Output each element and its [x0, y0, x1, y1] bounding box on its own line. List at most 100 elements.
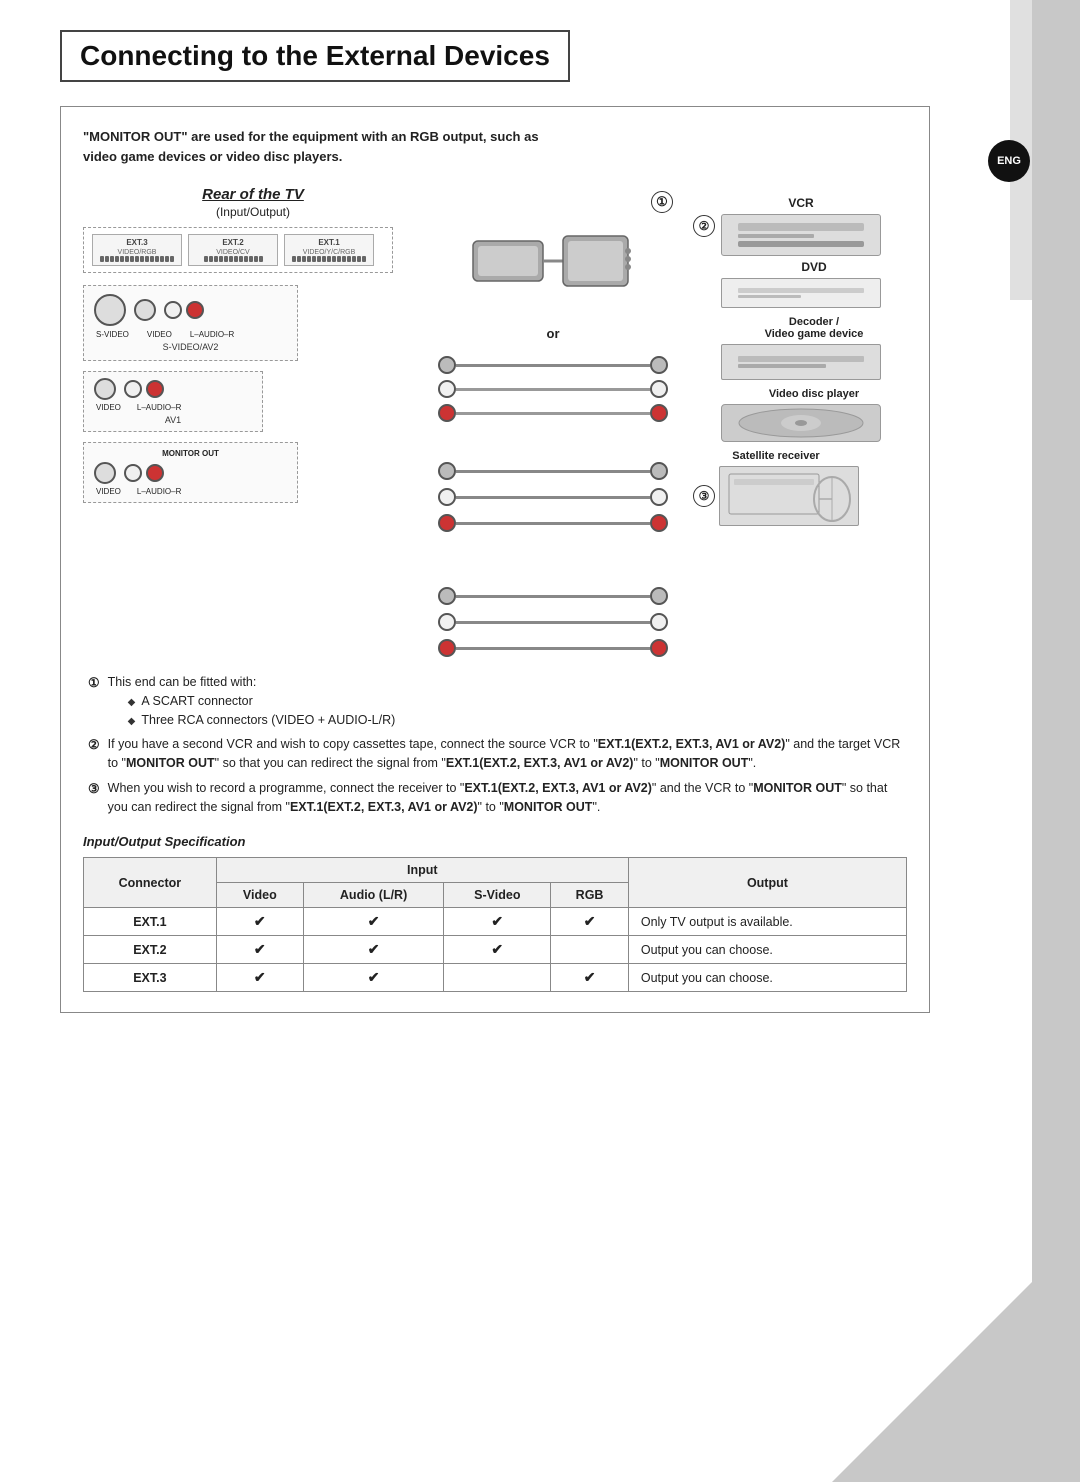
ext3-output-cell: Output you can choose. [628, 964, 906, 992]
rca-cable-3 [438, 404, 668, 422]
sat-image [719, 466, 859, 526]
scart-area: or [423, 221, 683, 346]
ext1-audio-cell: ✔ [303, 908, 443, 936]
note-3: ③ When you wish to record a programme, c… [88, 779, 902, 817]
ext2-connector: EXT.2 VIDEO/CV [188, 234, 278, 266]
rca-cables-av [423, 462, 683, 532]
av2-label: S-VIDEO/AV2 [94, 342, 287, 352]
table-title: Input/Output Specification [83, 834, 907, 849]
input-output-label: (Input/Output) [83, 205, 423, 219]
rgb-subheader: RGB [551, 883, 629, 908]
video-label-monitor: VIDEO [96, 487, 121, 496]
note-3-text: When you wish to record a programme, con… [108, 779, 902, 817]
monitor-out-top-label: MONITOR OUT [94, 449, 287, 458]
ext3-connector: EXT.3 VIDEO/RGB [92, 234, 182, 266]
ext-connectors-row: EXT.3 VIDEO/RGB EXT.2 VIDEO/CV [83, 227, 393, 273]
ext1-rgb-cell: ✔ [551, 908, 629, 936]
video-connector-av1 [94, 378, 116, 400]
dvd-label: DVD [721, 260, 907, 274]
ext3-rgb-cell: ✔ [551, 964, 629, 992]
vdp-image [721, 404, 881, 442]
audio-subheader: Audio (L/R) [303, 883, 443, 908]
rca-mon-cable-3 [438, 639, 668, 657]
table-row-ext1: EXT.1 ✔ ✔ ✔ ✔ Only TV output is availabl… [84, 908, 907, 936]
svideo-label: S-VIDEO [96, 330, 129, 339]
right-decoration [1032, 0, 1080, 1482]
svideo-av2-panel: S-VIDEO VIDEO L–AUDIO–R S-VIDEO/AV2 [83, 285, 298, 361]
video-label-av1: VIDEO [96, 403, 121, 412]
sat-label: Satellite receiver [693, 450, 859, 462]
intro-text: "MONITOR OUT" are used for the equipment… [83, 127, 907, 166]
audio-r-monitor [146, 464, 164, 482]
rca-cable-1 [438, 356, 668, 374]
ext2-rgb-cell [551, 936, 629, 964]
input-header: Input [216, 858, 628, 883]
output-header: Output [628, 858, 906, 908]
audio-l-connector [164, 301, 182, 319]
ext1-svideo-cell: ✔ [444, 908, 551, 936]
ext2-output-cell: Output you can choose. [628, 936, 906, 964]
vdp-label: Video disc player [721, 388, 907, 400]
spec-table: Connector Input Output Video Audio (L/R)… [83, 857, 907, 992]
audio-lr-label-monitor: L–AUDIO–R [137, 487, 181, 496]
audio-l-av1 [124, 380, 142, 398]
video-connector-av2 [134, 299, 156, 321]
bottom-decoration [832, 1282, 1032, 1482]
circle-num-3: ③ [693, 485, 715, 507]
rca-av-cable-3 [438, 514, 668, 532]
svideo-connector [94, 294, 126, 326]
av1-panel: VIDEO L–AUDIO–R AV1 [83, 371, 263, 432]
table-section: Input/Output Specification Connector Inp… [83, 834, 907, 992]
ext1-connector: EXT.1 VIDEO/Y/C/RGB [284, 234, 374, 266]
dvd-image [721, 278, 881, 308]
monitor-out-panel: MONITOR OUT VIDEO L–AUDIO–R [83, 442, 298, 503]
rca-av-cable-1 [438, 462, 668, 480]
ext3-video-cell: ✔ [216, 964, 303, 992]
rca-cables-monitor [423, 587, 683, 657]
av1-label: AV1 [94, 415, 252, 425]
decoder-image [721, 344, 881, 380]
title-box: Connecting to the External Devices [60, 30, 570, 82]
table-row-ext2: EXT.2 ✔ ✔ ✔ Output you can choose. [84, 936, 907, 964]
audio-lr-label-av1: L–AUDIO–R [137, 403, 181, 412]
note-2-text: If you have a second VCR and wish to cop… [108, 735, 902, 773]
ext1-connector-cell: EXT.1 [84, 908, 217, 936]
table-row-ext3: EXT.3 ✔ ✔ ✔ Output you can choose. [84, 964, 907, 992]
vcr-image [721, 214, 881, 256]
rca-mon-cable-2 [438, 613, 668, 631]
ext3-audio-cell: ✔ [303, 964, 443, 992]
svideo-subheader: S-Video [444, 883, 551, 908]
video-subheader: Video [216, 883, 303, 908]
page-title: Connecting to the External Devices [80, 40, 550, 71]
note-2: ② If you have a second VCR and wish to c… [88, 735, 902, 773]
note-1-bullet-1: ◆ A SCART connector [128, 692, 396, 711]
notes-section: ① This end can be fitted with: ◆ A SCART… [83, 673, 907, 816]
note-1-bullet-2: ◆ Three RCA connectors (VIDEO + AUDIO-L/… [128, 711, 396, 730]
right-panel: ② VCR DVD [683, 186, 907, 657]
rca-cable-2 [438, 380, 668, 398]
diagram-area: Rear of the TV (Input/Output) EXT.3 VIDE… [83, 186, 907, 657]
or-text: or [547, 326, 560, 341]
rear-tv-title: Rear of the TV [83, 186, 423, 203]
ext3-svideo-cell [444, 964, 551, 992]
video-connector-monitor [94, 462, 116, 484]
ext1-output-cell: Only TV output is available. [628, 908, 906, 936]
ext2-video-cell: ✔ [216, 936, 303, 964]
rca-mon-cable-1 [438, 587, 668, 605]
decoder-label: Decoder /Video game device [721, 316, 907, 340]
circle-num-2: ② [693, 215, 715, 237]
circle-num-1: ① [651, 191, 673, 213]
eng-badge: ENG [988, 140, 1030, 182]
audio-l-monitor [124, 464, 142, 482]
audio-r-connector [186, 301, 204, 319]
connector-header: Connector [84, 858, 217, 908]
audio-lr-monitor [124, 464, 164, 482]
main-content-box: "MONITOR OUT" are used for the equipment… [60, 106, 930, 1013]
video-label-av2: VIDEO [147, 330, 172, 339]
sat-svg [724, 469, 854, 524]
rca-av-cable-2 [438, 488, 668, 506]
audio-lr-av2 [164, 301, 204, 319]
note-1-text: This end can be fitted with: [108, 675, 257, 689]
middle-panel: ① [423, 186, 683, 657]
audio-lr-av1 [124, 380, 164, 398]
